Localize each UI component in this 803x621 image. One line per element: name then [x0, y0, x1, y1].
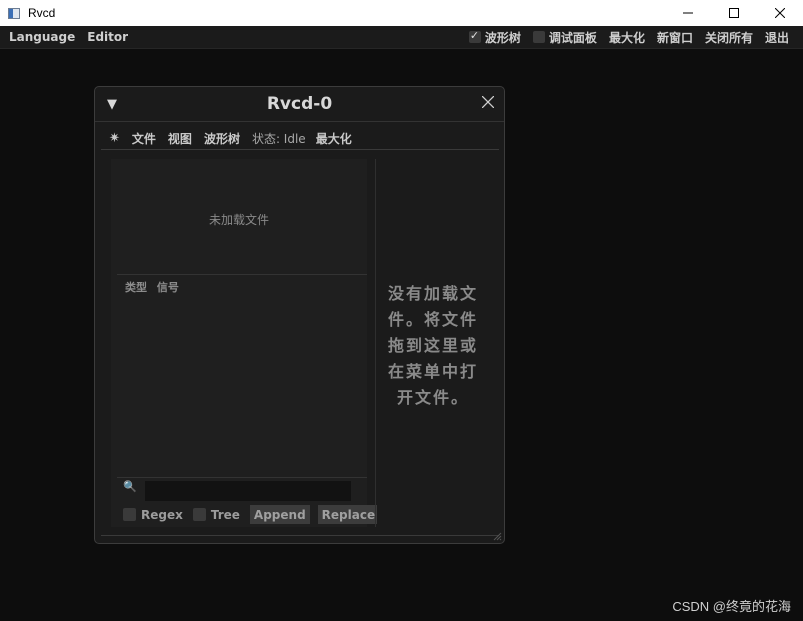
search-icon: 🔍 [123, 480, 137, 493]
waveform-panel: 没有加载文件。将文件拖到这里或在菜单中打开文件。 [377, 159, 492, 527]
panel-splitter[interactable] [375, 159, 376, 527]
divider [95, 121, 504, 122]
maximize-icon [729, 8, 739, 18]
divider [117, 274, 367, 275]
checkbox-checked-icon [468, 29, 481, 43]
subwindow-menu: ✷ 文件 视图 波形树 状态: Idle 最大化 [109, 129, 364, 147]
title-bar: Rvcd [0, 0, 803, 26]
search-input[interactable] [145, 481, 351, 501]
watermark: CSDN @终竟的花海 [672, 599, 791, 614]
resize-grip-icon[interactable] [492, 531, 502, 541]
minimize-icon [683, 12, 693, 14]
replace-button[interactable]: Replace [317, 505, 380, 524]
waveform-tree-toggle[interactable]: 波形树 [463, 29, 527, 46]
minimize-button[interactable] [665, 0, 711, 26]
regex-label: Regex [141, 507, 183, 522]
subwindow-title-bar[interactable]: ▼ Rvcd-0 [95, 87, 504, 121]
debug-panel-toggle[interactable]: 调试面板 [527, 29, 603, 46]
menu-close-all[interactable]: 关闭所有 [699, 29, 759, 46]
menu-bar: Language Editor 波形树 调试面板 最大化 新窗口 关闭所有 退出 [0, 26, 803, 49]
settings-icon[interactable]: ✷ [109, 131, 120, 146]
menu-file[interactable]: 文件 [132, 130, 156, 147]
column-type: 类型 [125, 281, 147, 294]
debug-panel-label: 调试面板 [548, 30, 597, 45]
close-icon [775, 8, 785, 18]
menu-editor[interactable]: Editor [81, 30, 134, 44]
app-icon [8, 7, 20, 19]
regex-checkbox[interactable] [123, 508, 136, 521]
tree-label: Tree [210, 507, 240, 522]
window-controls [665, 0, 803, 26]
menu-waveform-tree[interactable]: 波形树 [204, 130, 240, 147]
append-button[interactable]: Append [249, 505, 310, 524]
menu-language[interactable]: Language [3, 30, 81, 44]
status-text: 状态: Idle [251, 131, 306, 146]
maximize-button[interactable] [711, 0, 757, 26]
rvcd-subwindow: ▼ Rvcd-0 ✷ 文件 视图 波形树 状态: Idle 最大化 未加载文件 … [94, 86, 505, 544]
column-signal: 信号 [156, 281, 179, 294]
menu-new-window[interactable]: 新窗口 [651, 29, 699, 46]
checkbox-unchecked-icon [532, 31, 545, 43]
drop-file-message: 没有加载文件。将文件拖到这里或在菜单中打开文件。 [387, 284, 478, 407]
window-title: Rvcd [28, 6, 56, 20]
menu-maximize[interactable]: 最大化 [316, 130, 352, 147]
menu-view[interactable]: 视图 [168, 130, 192, 147]
close-icon[interactable] [482, 96, 494, 108]
divider [101, 149, 499, 150]
menu-maximize[interactable]: 最大化 [603, 29, 651, 46]
close-button[interactable] [757, 0, 803, 26]
tree-checkbox[interactable] [192, 508, 206, 521]
divider [117, 477, 367, 478]
no-file-label: 未加载文件 [208, 213, 269, 227]
menu-exit[interactable]: 退出 [759, 29, 795, 46]
waveform-tree-label: 波形树 [484, 30, 521, 45]
search-options: Regex Tree Append Replace [123, 505, 387, 524]
subwindow-title: Rvcd-0 [266, 94, 333, 114]
signal-tree-panel: 未加载文件 类型 信号 🔍 Regex Tree Append Replace [111, 159, 380, 527]
signal-list-header: 类型 信号 [125, 279, 185, 295]
divider [101, 535, 499, 536]
